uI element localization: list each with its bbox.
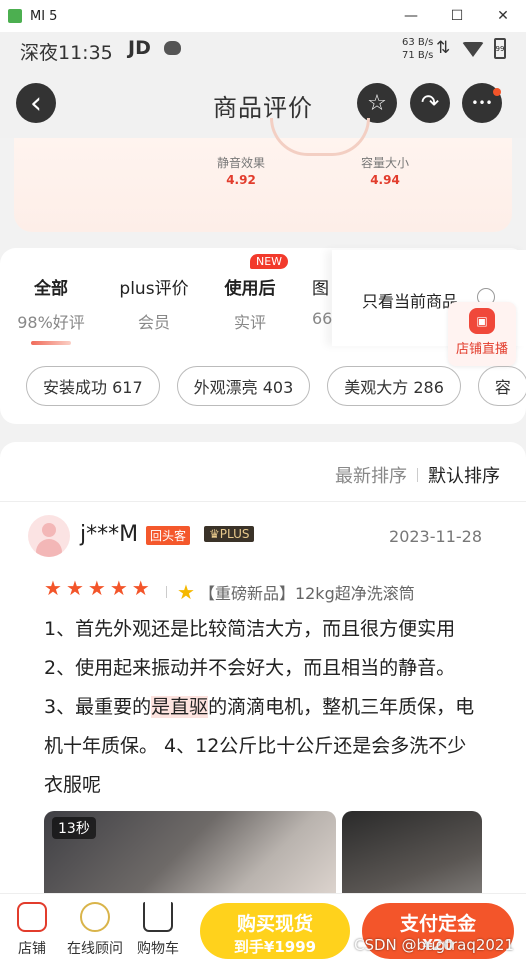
tab-all[interactable]: 全部 98%好评: [17, 274, 85, 345]
score-item-quiet: 静音效果 4.92: [201, 154, 281, 187]
score-item-capacity: 容量大小 4.94: [345, 154, 425, 187]
minimize-button[interactable]: —: [388, 0, 434, 32]
tab-plus[interactable]: plus评价 会员: [116, 274, 192, 333]
network-speed: 63 B/s 71 B/s: [402, 36, 433, 62]
tab-title: 全部: [34, 279, 68, 299]
score-value: 4.94: [370, 173, 400, 187]
plus-badge: ♛PLUS: [204, 526, 255, 542]
avatar-body: [36, 539, 62, 557]
store-button[interactable]: 店铺: [2, 902, 62, 958]
star-icon: ★: [87, 576, 106, 600]
tab-images[interactable]: 图 66: [312, 274, 332, 328]
cart-button[interactable]: 购物车: [128, 902, 188, 958]
only-current-label: 只看当前商品: [362, 292, 459, 311]
pay-label: 支付定金: [399, 913, 476, 935]
window-titlebar: MI 5 — ☐ ✕: [0, 0, 526, 32]
divider: [0, 501, 526, 502]
buy-now-button[interactable]: 购买现货 到手¥1999: [200, 903, 350, 959]
tag-chip[interactable]: 外观漂亮 403: [176, 366, 311, 406]
sort-divider: [417, 468, 418, 482]
star-icon: ★: [65, 576, 84, 600]
store-label: 店铺: [18, 941, 46, 957]
review-username: j***M: [80, 522, 139, 547]
notification-icon: [164, 41, 181, 55]
review-date: 2023-11-28: [389, 527, 482, 546]
status-app-label: JD: [128, 37, 151, 59]
sort-latest[interactable]: 最新排序: [335, 462, 407, 488]
window-title: MI 5: [30, 8, 58, 24]
star-icon: ★: [109, 576, 128, 600]
review-video[interactable]: 13秒: [44, 811, 336, 902]
favorite-button[interactable]: ☆: [357, 83, 397, 123]
store-live-button[interactable]: ▣ 店铺直播: [448, 302, 516, 366]
review-image[interactable]: [342, 811, 482, 902]
rating-stars: ★ ★ ★ ★ ★: [44, 578, 150, 598]
tab-sub: 66: [312, 309, 332, 328]
battery-level: 99: [495, 44, 505, 53]
tab-active-indicator: [31, 341, 71, 345]
spec-divider: [166, 586, 167, 598]
tab-sub: 98%好评: [17, 313, 85, 332]
battery-icon: 99: [494, 38, 506, 59]
review-text-highlight[interactable]: 是直驱: [151, 696, 209, 718]
advisor-label: 在线顾问: [67, 941, 123, 957]
wifi-icon: [462, 42, 484, 57]
sort-bar: 最新排序 默认排序: [335, 462, 500, 488]
advisor-button[interactable]: 在线顾问: [65, 902, 125, 958]
score-value: 4.92: [226, 173, 256, 187]
product-spec: ★ 【重磅新品】12kg超净洗滚筒: [166, 580, 415, 604]
buy-price: 到手¥1999: [233, 938, 317, 956]
avatar[interactable]: [28, 515, 70, 557]
star-icon: ☆: [367, 90, 387, 116]
share-icon: ↷: [420, 90, 440, 116]
score-label: 静音效果: [216, 156, 265, 170]
sort-default[interactable]: 默认排序: [428, 462, 500, 488]
cart-label: 购物车: [137, 941, 179, 957]
tab-title: 图: [312, 279, 329, 299]
tab-title: 使用后: [224, 279, 276, 299]
tag-chip[interactable]: 安装成功 617: [26, 366, 160, 406]
spec-text: 【重磅新品】12kg超净洗滚筒: [198, 584, 415, 603]
video-duration: 13秒: [52, 817, 96, 839]
status-time: 深夜11:35: [20, 42, 113, 64]
tab-sub: 会员: [137, 313, 170, 332]
tab-after-use[interactable]: 使用后 实评: [220, 274, 280, 333]
tag-chip[interactable]: 容: [477, 366, 526, 406]
app-icon: [8, 9, 22, 23]
returning-customer-badge: 回头客: [146, 526, 191, 545]
review-content: 1、首先外观还是比较简洁大方，而且很方便实用 2、使用起来振动并不会好大，而且相…: [44, 610, 484, 805]
bottom-action-bar: 店铺 在线顾问 购物车 购买现货 到手¥1999 支付定金 ¥20: [0, 893, 526, 967]
buy-label: 购买现货: [236, 913, 313, 935]
score-card: 静音效果 4.92 容量大小 4.94: [14, 118, 512, 232]
status-bar: 深夜11:35 JD 63 B/s 71 B/s ⇅ 99: [0, 32, 526, 70]
tab-title: plus评价: [119, 279, 189, 299]
tag-chips: 安装成功 617 外观漂亮 403 美观大方 286 容: [26, 366, 526, 406]
star-icon: ★: [131, 576, 150, 600]
score-gauge: [270, 118, 370, 156]
nav-header: ‹ 商品评价 ☆ ↷ •••: [0, 70, 526, 138]
data-arrows-icon: ⇅: [436, 38, 451, 58]
new-badge: NEW: [250, 254, 289, 269]
review-list: 最新排序 默认排序 j***M 回头客 ♛PLUS 2023-11-28 ★ ★…: [0, 442, 526, 902]
net-up: 63 B/s: [402, 37, 434, 48]
score-label: 容量大小: [360, 156, 409, 170]
more-icon: •••: [471, 96, 493, 110]
star-icon: ★: [44, 576, 62, 600]
close-button[interactable]: ✕: [480, 0, 526, 32]
notification-dot: [493, 88, 501, 96]
tag-chip[interactable]: 美观大方 286: [327, 366, 461, 406]
spec-star-icon: ★: [177, 580, 195, 604]
live-label: 店铺直播: [455, 342, 508, 357]
live-tv-icon: ▣: [469, 308, 495, 334]
share-button[interactable]: ↷: [410, 83, 450, 123]
cart-icon: [143, 902, 173, 932]
more-button[interactable]: •••: [462, 83, 502, 123]
advisor-icon: [80, 902, 110, 932]
maximize-button[interactable]: ☐: [434, 0, 480, 32]
watermark: CSDN @bugtraq2021: [354, 936, 515, 954]
tab-sub: 实评: [233, 313, 266, 332]
avatar-head: [42, 523, 56, 537]
store-icon: [17, 902, 47, 932]
net-down: 71 B/s: [402, 50, 434, 61]
